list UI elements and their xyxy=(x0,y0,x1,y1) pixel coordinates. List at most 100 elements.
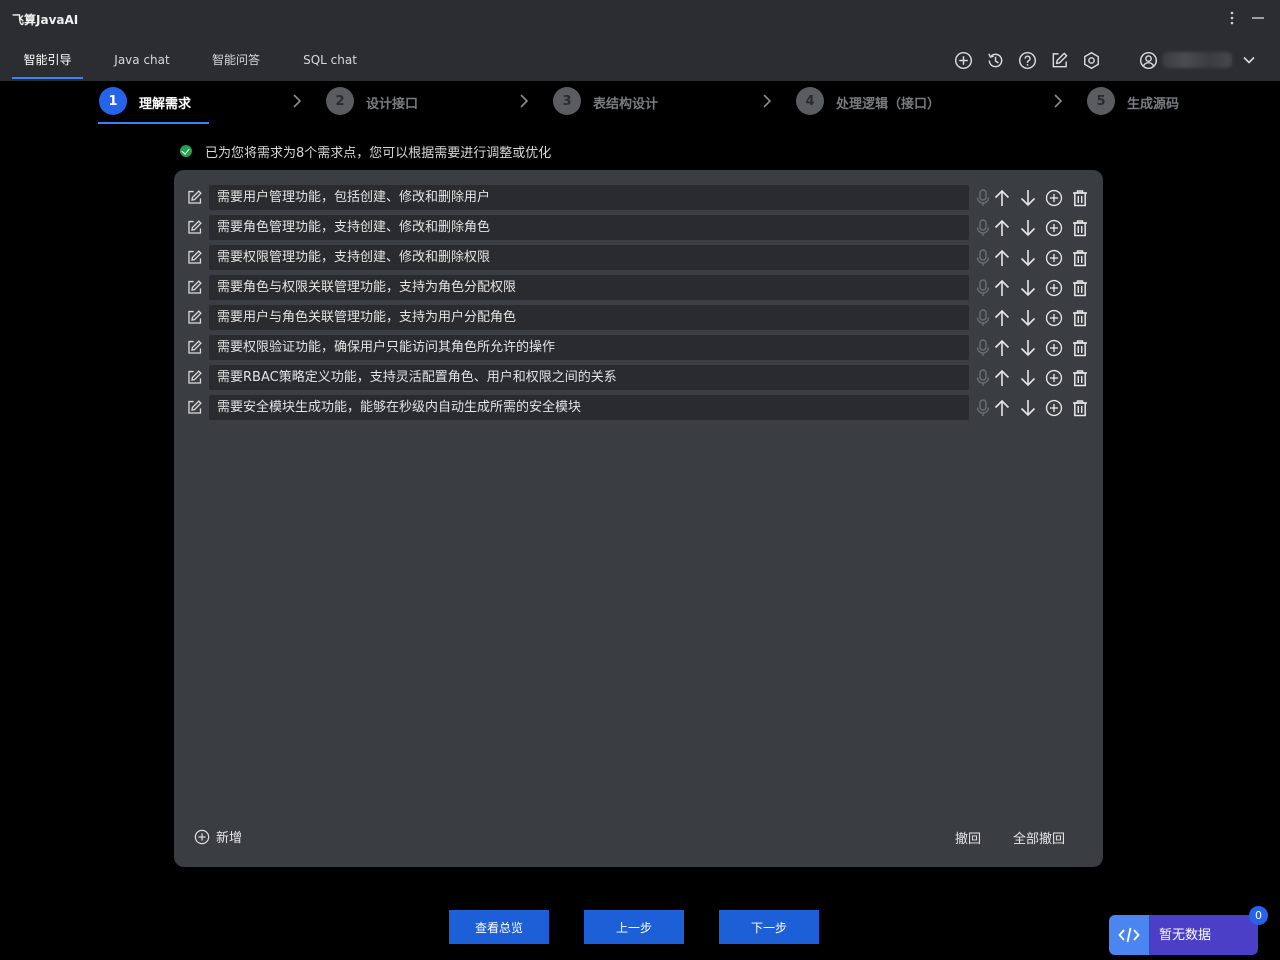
microphone-icon[interactable] xyxy=(973,368,993,388)
move-up-icon[interactable] xyxy=(992,398,1012,418)
move-down-icon[interactable] xyxy=(1018,368,1038,388)
next-step-button[interactable]: 下一步 xyxy=(719,910,819,944)
delete-icon[interactable] xyxy=(1070,278,1090,298)
move-down-icon[interactable] xyxy=(1018,308,1038,328)
requirement-input[interactable]: 需要用户管理功能，包括创建、修改和删除用户 xyxy=(209,185,969,210)
more-options-icon[interactable] xyxy=(1220,6,1244,30)
status-notice-text: 已为您将需求为8个需求点，您可以根据需要进行调整或优化 xyxy=(205,145,552,161)
history-icon[interactable] xyxy=(984,49,1006,71)
undo-button[interactable]: 撤回 xyxy=(955,828,981,847)
requirement-row: 需要角色与权限关联管理功能，支持为角色分配权限 xyxy=(174,275,1103,300)
insert-below-icon[interactable] xyxy=(1044,368,1064,388)
edit-icon[interactable] xyxy=(184,217,204,237)
edit-icon[interactable] xyxy=(1048,49,1070,71)
microphone-icon[interactable] xyxy=(973,248,993,268)
delete-icon[interactable] xyxy=(1070,368,1090,388)
requirement-input[interactable]: 需要角色与权限关联管理功能，支持为角色分配权限 xyxy=(209,275,969,300)
requirement-input[interactable]: 需要用户与角色关联管理功能，支持为用户分配角色 xyxy=(209,305,969,330)
requirement-input[interactable]: 需要权限管理功能，支持创建、修改和删除权限 xyxy=(209,245,969,270)
tab-smart-guide[interactable]: 智能引导 xyxy=(12,38,83,81)
requirement-row: 需要角色管理功能，支持创建、修改和删除角色 xyxy=(174,215,1103,240)
edit-icon[interactable] xyxy=(184,277,204,297)
requirement-input[interactable]: 需要安全模块生成功能，能够在秒级内自动生成所需的安全模块 xyxy=(209,395,969,420)
move-up-icon[interactable] xyxy=(992,338,1012,358)
move-up-icon[interactable] xyxy=(992,368,1012,388)
edit-icon[interactable] xyxy=(184,247,204,267)
tab-java-chat[interactable]: Java chat xyxy=(106,38,178,81)
chevron-right-icon xyxy=(763,94,772,108)
edit-icon[interactable] xyxy=(184,307,204,327)
step-3-number[interactable]: 3 xyxy=(553,87,581,115)
requirement-row: 需要权限管理功能，支持创建、修改和删除权限 xyxy=(174,245,1103,270)
step-1-number[interactable]: 1 xyxy=(99,87,127,115)
move-down-icon[interactable] xyxy=(1018,278,1038,298)
step-1-label[interactable]: 理解需求 xyxy=(139,93,191,112)
active-step-indicator xyxy=(98,122,209,124)
undo-all-button[interactable]: 全部撤回 xyxy=(1013,828,1065,847)
move-down-icon[interactable] xyxy=(1018,218,1038,238)
settings-icon[interactable] xyxy=(1080,49,1102,71)
tab-smart-qa[interactable]: 智能问答 xyxy=(200,38,272,81)
requirement-input[interactable]: 需要RBAC策略定义功能，支持灵活配置角色、用户和权限之间的关系 xyxy=(209,365,969,390)
edit-icon[interactable] xyxy=(184,397,204,417)
requirement-row: 需要RBAC策略定义功能，支持灵活配置角色、用户和权限之间的关系 xyxy=(174,365,1103,390)
move-down-icon[interactable] xyxy=(1018,248,1038,268)
delete-icon[interactable] xyxy=(1070,248,1090,268)
help-icon[interactable] xyxy=(1016,49,1038,71)
delete-icon[interactable] xyxy=(1070,398,1090,418)
tab-sql-chat[interactable]: SQL chat xyxy=(294,38,366,81)
move-up-icon[interactable] xyxy=(992,278,1012,298)
step-progress: 1 理解需求 2 设计接口 3 表结构设计 4 处理逻辑（接口） 5 生成源码 xyxy=(0,81,1280,127)
edit-icon[interactable] xyxy=(184,337,204,357)
insert-below-icon[interactable] xyxy=(1044,248,1064,268)
step-4-number[interactable]: 4 xyxy=(796,87,824,115)
delete-icon[interactable] xyxy=(1070,188,1090,208)
step-3-label[interactable]: 表结构设计 xyxy=(593,93,658,112)
username-redacted xyxy=(1162,52,1232,68)
microphone-icon[interactable] xyxy=(973,398,993,418)
code-icon[interactable] xyxy=(1109,915,1149,955)
no-data-label[interactable]: 暂无数据 xyxy=(1149,915,1258,955)
step-5-number[interactable]: 5 xyxy=(1087,87,1115,115)
insert-below-icon[interactable] xyxy=(1044,398,1064,418)
microphone-icon[interactable] xyxy=(973,278,993,298)
insert-below-icon[interactable] xyxy=(1044,278,1064,298)
requirement-row: 需要安全模块生成功能，能够在秒级内自动生成所需的安全模块 xyxy=(174,395,1103,420)
insert-below-icon[interactable] xyxy=(1044,338,1064,358)
move-up-icon[interactable] xyxy=(992,188,1012,208)
requirement-input[interactable]: 需要权限验证功能，确保用户只能访问其角色所允许的操作 xyxy=(209,335,969,360)
user-icon[interactable] xyxy=(1137,49,1159,71)
move-up-icon[interactable] xyxy=(992,308,1012,328)
view-overview-button[interactable]: 查看总览 xyxy=(449,910,549,944)
chevron-down-icon[interactable] xyxy=(1238,49,1260,71)
insert-below-icon[interactable] xyxy=(1044,218,1064,238)
insert-below-icon[interactable] xyxy=(1044,308,1064,328)
step-2-label[interactable]: 设计接口 xyxy=(366,93,418,112)
step-4-label[interactable]: 处理逻辑（接口） xyxy=(836,93,940,112)
minimize-icon[interactable] xyxy=(1246,6,1270,30)
delete-icon[interactable] xyxy=(1070,218,1090,238)
microphone-icon[interactable] xyxy=(973,338,993,358)
edit-icon[interactable] xyxy=(184,187,204,207)
title-bar: 飞算JavaAI xyxy=(0,0,1280,38)
requirement-input[interactable]: 需要角色管理功能，支持创建、修改和删除角色 xyxy=(209,215,969,240)
insert-below-icon[interactable] xyxy=(1044,188,1064,208)
move-up-icon[interactable] xyxy=(992,248,1012,268)
move-down-icon[interactable] xyxy=(1018,338,1038,358)
add-circle-icon[interactable] xyxy=(952,49,974,71)
delete-icon[interactable] xyxy=(1070,338,1090,358)
move-down-icon[interactable] xyxy=(1018,188,1038,208)
edit-icon[interactable] xyxy=(184,367,204,387)
add-requirement-button[interactable]: 新增 xyxy=(194,827,242,846)
microphone-icon[interactable] xyxy=(973,188,993,208)
microphone-icon[interactable] xyxy=(973,218,993,238)
previous-step-button[interactable]: 上一步 xyxy=(584,910,684,944)
notification-badge: 0 xyxy=(1249,906,1268,925)
move-down-icon[interactable] xyxy=(1018,398,1038,418)
step-5-label[interactable]: 生成源码 xyxy=(1127,93,1179,112)
move-up-icon[interactable] xyxy=(992,218,1012,238)
step-2-number[interactable]: 2 xyxy=(326,87,354,115)
delete-icon[interactable] xyxy=(1070,308,1090,328)
chevron-right-icon xyxy=(293,94,302,108)
microphone-icon[interactable] xyxy=(973,308,993,328)
